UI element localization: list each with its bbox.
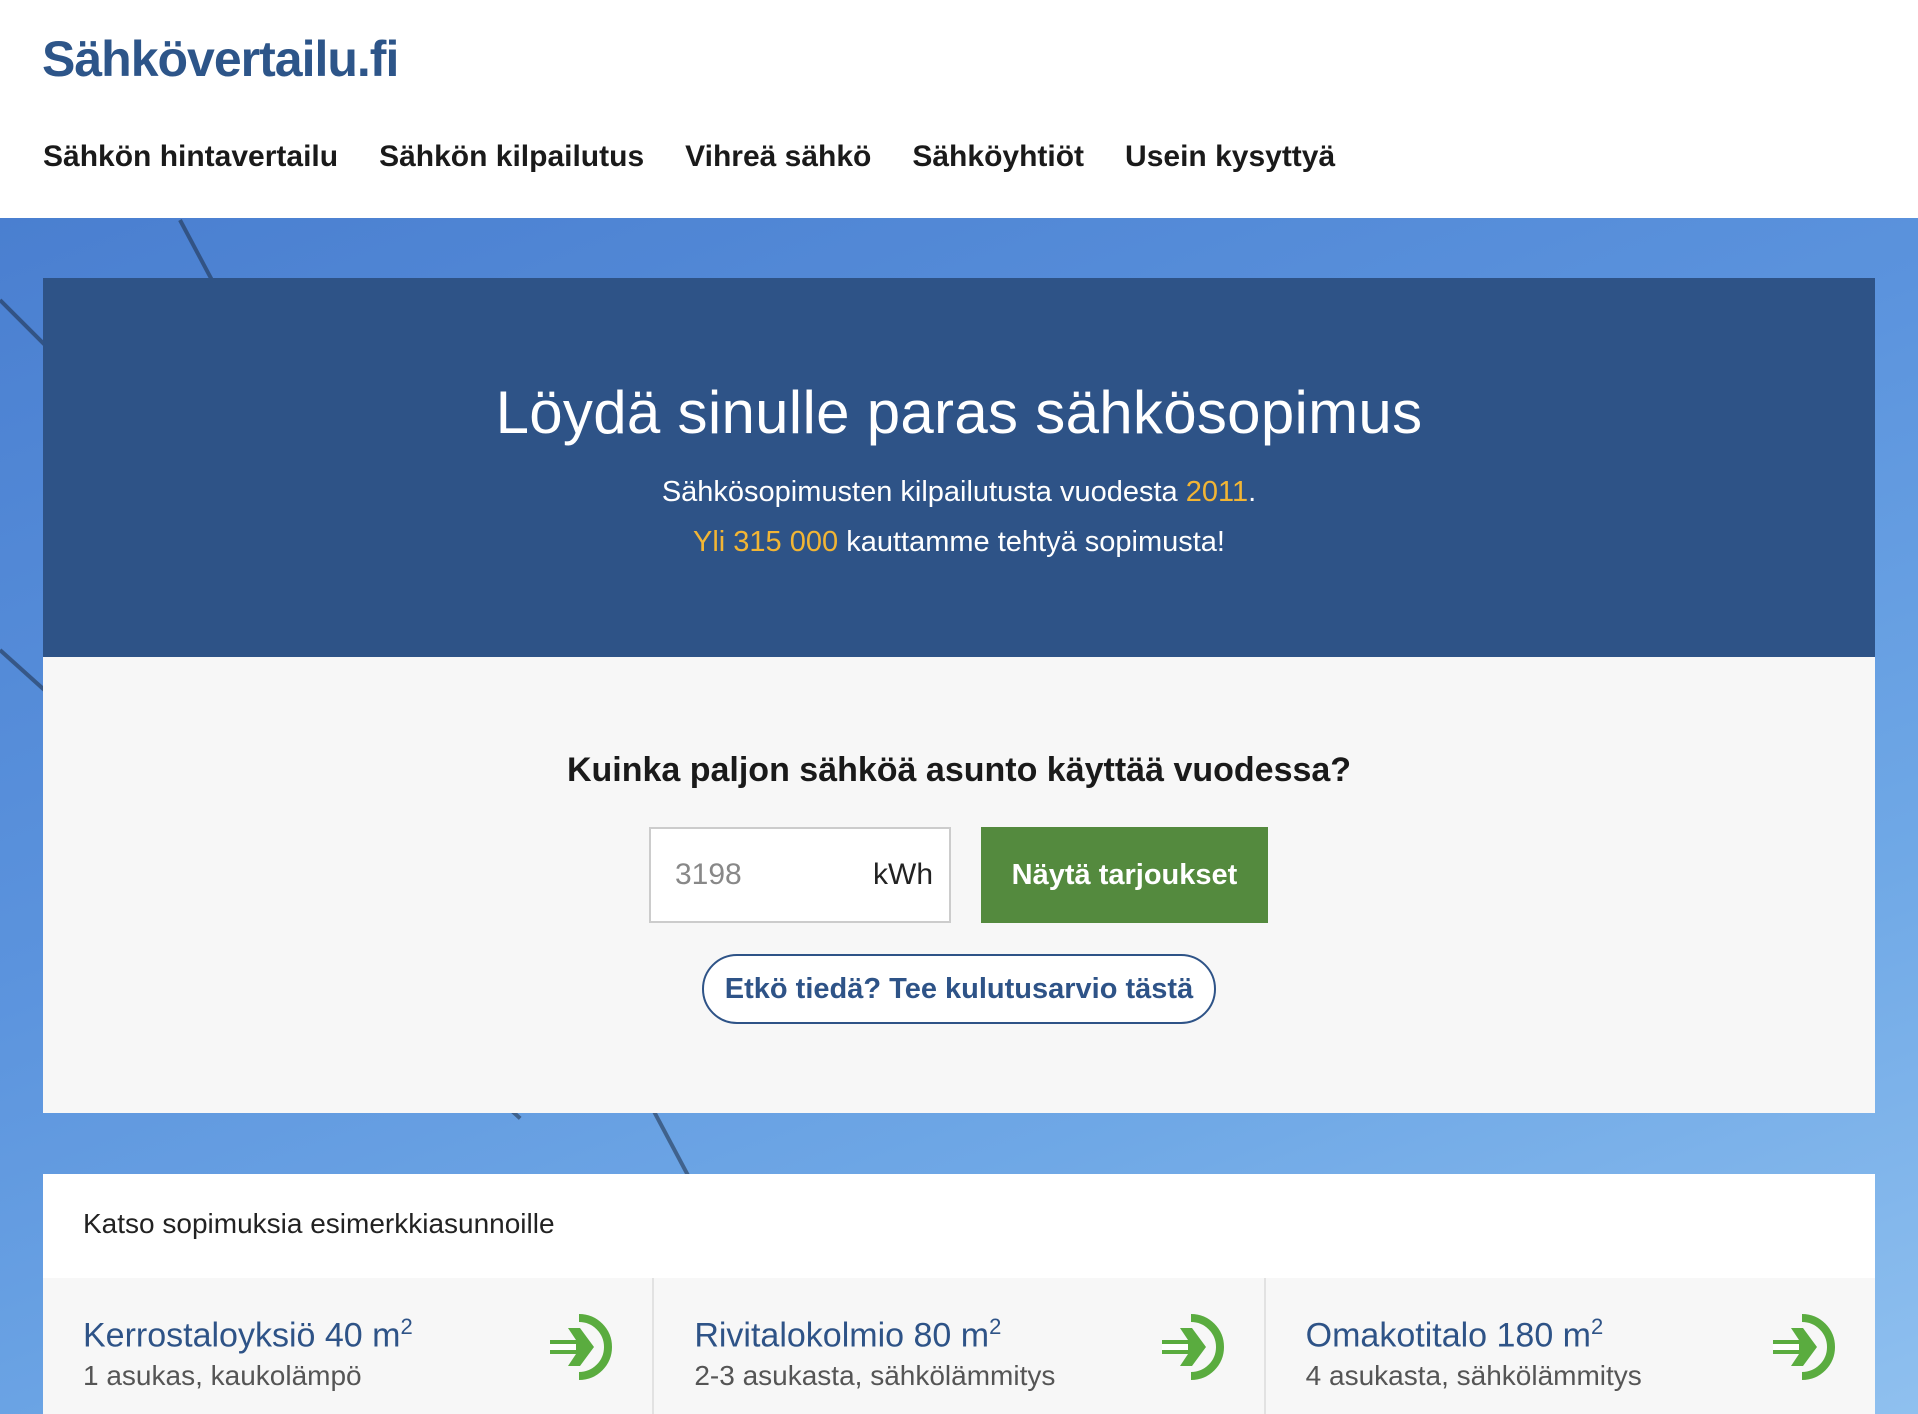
consumption-form-panel: Kuinka paljon sähköä asunto käyttää vuod… bbox=[43, 657, 1875, 1113]
example-card-title: Omakotitalo 180 m2 bbox=[1306, 1314, 1604, 1355]
arrow-right-circle-icon[interactable] bbox=[1158, 1314, 1224, 1380]
example-card-title-sup: 2 bbox=[989, 1314, 1002, 1339]
arrow-right-circle-icon[interactable] bbox=[1769, 1314, 1835, 1380]
example-card-kerrostaloyksio[interactable]: Kerrostaloyksiö 40 m2 1 asukas, kaukoläm… bbox=[43, 1278, 655, 1414]
estimate-consumption-button[interactable]: Etkö tiedä? Tee kulutusarvio tästä bbox=[702, 954, 1216, 1024]
nav-item-sahkoyhtiot[interactable]: Sähköyhtiöt bbox=[912, 140, 1084, 174]
nav-item-vihrea-sahko[interactable]: Vihreä sähkö bbox=[685, 140, 871, 174]
main-nav: Sähkön hintavertailu Sähkön kilpailutus … bbox=[43, 140, 1376, 174]
example-card-title-sup: 2 bbox=[1591, 1314, 1604, 1339]
show-offers-button[interactable]: Näytä tarjoukset bbox=[981, 827, 1268, 923]
example-card-rivitalokolmio[interactable]: Rivitalokolmio 80 m2 2-3 asukasta, sähkö… bbox=[654, 1278, 1266, 1414]
hero-contract-count: Yli 315 000 bbox=[693, 526, 839, 558]
example-card-subtitle: 2-3 asukasta, sähkölämmitys bbox=[694, 1360, 1056, 1391]
example-card-title-text: Kerrostaloyksiö 40 m bbox=[83, 1316, 401, 1355]
hero-line-1-end: . bbox=[1248, 476, 1257, 508]
hero-title: Löydä sinulle paras sähkösopimus bbox=[495, 379, 1423, 446]
consumption-unit: kWh bbox=[873, 858, 933, 891]
hero-line-1-text: Sähkösopimusten kilpailutusta vuodesta bbox=[661, 476, 1186, 508]
hero-line-2-text: kauttamme tehtyä sopimusta! bbox=[838, 526, 1225, 558]
hero-panel: Löydä sinulle paras sähkösopimus Sähköso… bbox=[43, 278, 1875, 657]
nav-item-usein-kysyttya[interactable]: Usein kysyttyä bbox=[1125, 140, 1335, 174]
example-homes-panel: Katso sopimuksia esimerkkiasunnoille Ker… bbox=[43, 1174, 1875, 1414]
hero-year: 2011 bbox=[1185, 476, 1249, 508]
arrow-right-circle-icon[interactable] bbox=[546, 1314, 613, 1380]
nav-item-hintavertailu[interactable]: Sähkön hintavertailu bbox=[43, 140, 338, 174]
example-card-title: Kerrostaloyksiö 40 m2 bbox=[83, 1314, 413, 1355]
example-card-title-text: Omakotitalo 180 m bbox=[1305, 1316, 1592, 1355]
site-header: Sähkövertailu.fi Sähkön hintavertailu Sä… bbox=[0, 0, 1918, 218]
consumption-input[interactable] bbox=[675, 858, 855, 892]
hero-line-1: Sähkösopimusten kilpailutusta vuodesta 2… bbox=[43, 467, 1875, 517]
consumption-input-wrapper: kWh bbox=[649, 827, 951, 923]
example-card-subtitle: 1 asukas, kaukolämpö bbox=[83, 1360, 362, 1391]
example-card-title: Rivitalokolmio 80 m2 bbox=[694, 1314, 1001, 1355]
example-card-omakotitalo[interactable]: Omakotitalo 180 m2 4 asukasta, sähkölämm… bbox=[1266, 1278, 1875, 1414]
hero-background: Löydä sinulle paras sähkösopimus Sähköso… bbox=[0, 218, 1918, 1414]
consumption-form-row: kWh Näytä tarjoukset bbox=[649, 827, 1268, 923]
example-card-title-sup: 2 bbox=[400, 1314, 413, 1339]
example-card-title-text: Rivitalokolmio 80 m bbox=[694, 1316, 990, 1355]
example-card-subtitle: 4 asukasta, sähkölämmitys bbox=[1305, 1360, 1642, 1391]
example-homes-list: Kerrostaloyksiö 40 m2 1 asukas, kaukoläm… bbox=[43, 1278, 1875, 1414]
hero-subtitle: Sähkösopimusten kilpailutusta vuodesta 2… bbox=[43, 467, 1875, 567]
site-logo[interactable]: Sähkövertailu.fi bbox=[42, 30, 399, 88]
hero-line-2: Yli 315 000 kauttamme tehtyä sopimusta! bbox=[43, 517, 1875, 567]
consumption-question: Kuinka paljon sähköä asunto käyttää vuod… bbox=[566, 751, 1352, 789]
example-homes-heading: Katso sopimuksia esimerkkiasunnoille bbox=[83, 1208, 555, 1239]
nav-item-kilpailutus[interactable]: Sähkön kilpailutus bbox=[379, 140, 644, 174]
